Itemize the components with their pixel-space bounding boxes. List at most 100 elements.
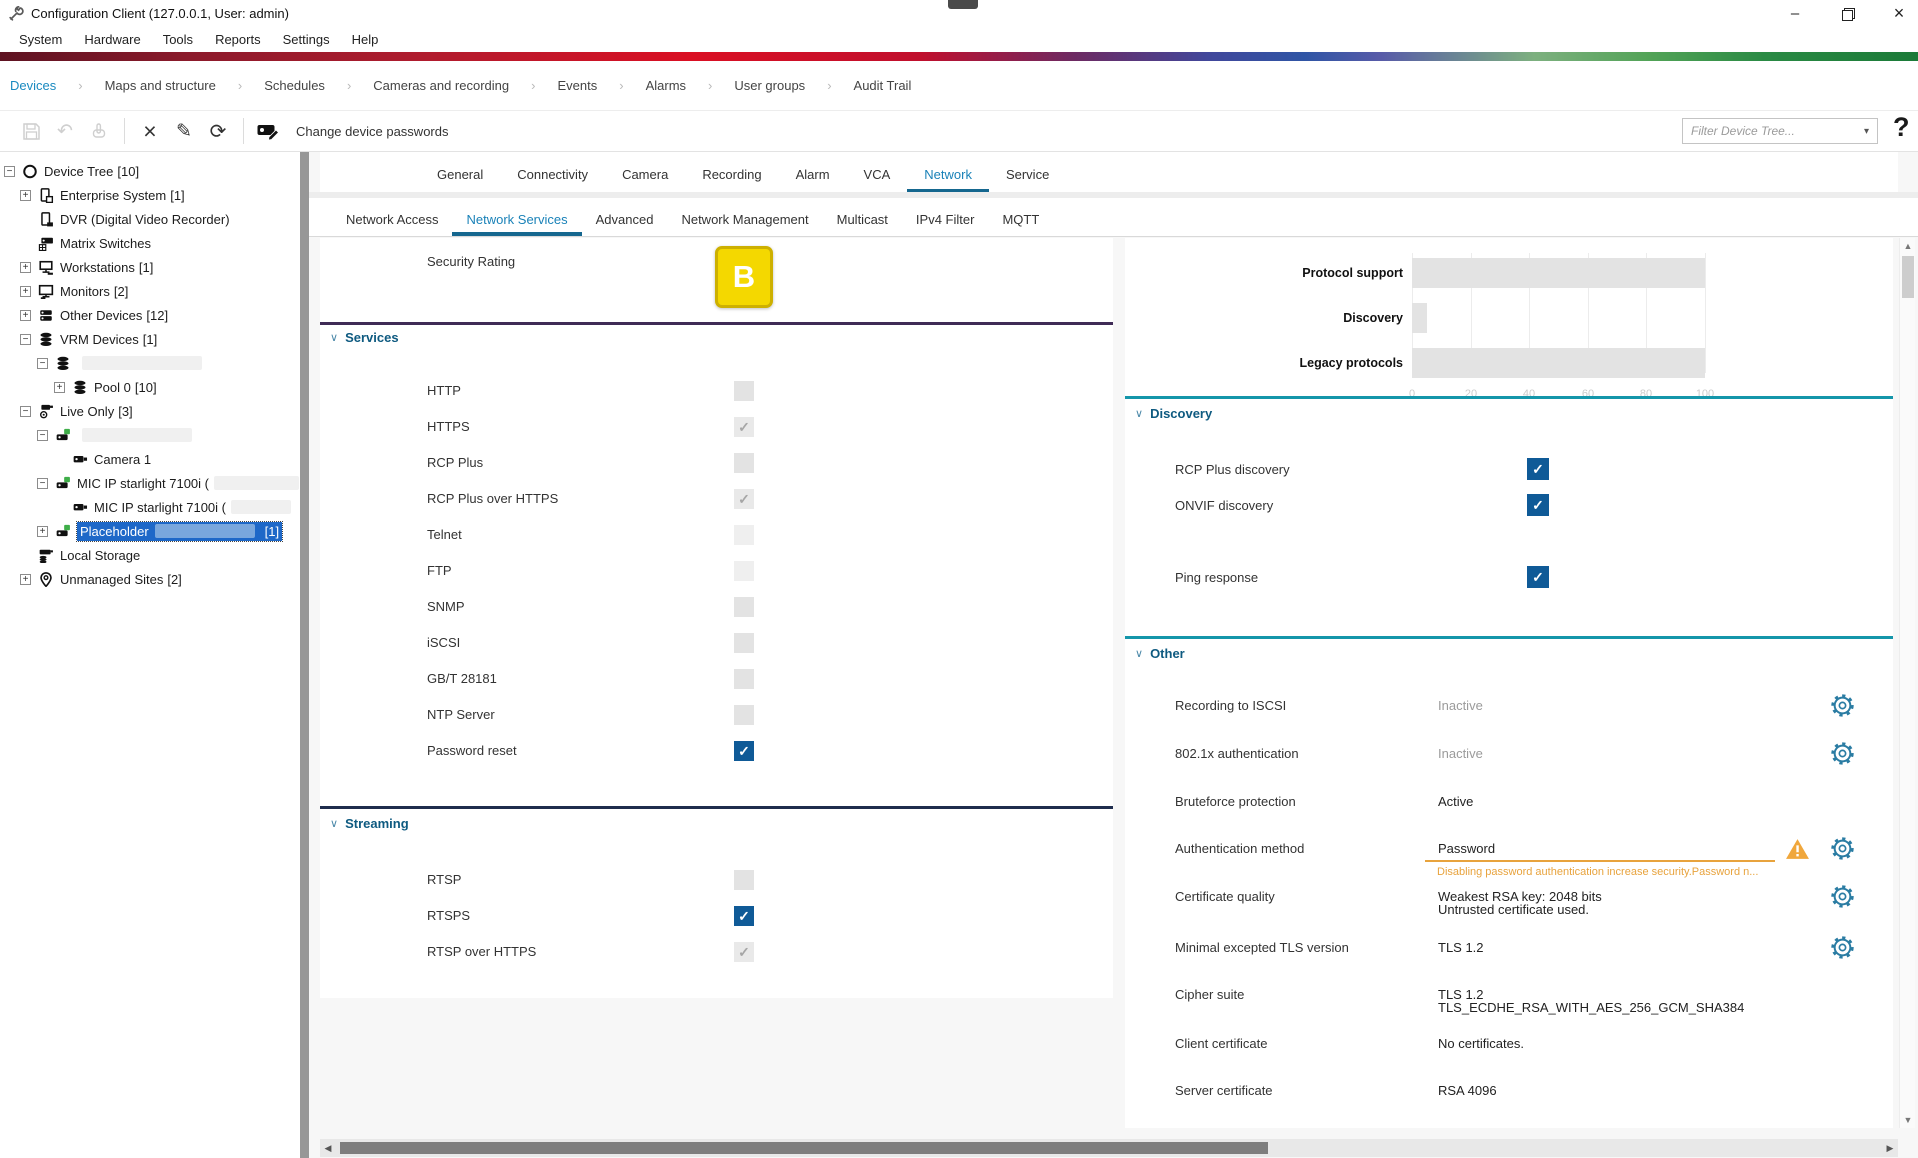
tab-camera[interactable]: Camera <box>605 167 685 192</box>
menu-tools[interactable]: Tools <box>152 29 204 50</box>
tree-item-monitors[interactable]: Monitors [2] <box>0 279 300 303</box>
help-button[interactable]: ? <box>1893 112 1910 143</box>
expander-icon[interactable] <box>20 574 31 585</box>
gear-icon[interactable] <box>1831 936 1854 962</box>
tree-item-dvr[interactable]: DVR (Digital Video Recorder) <box>0 207 300 231</box>
scroll-up-icon[interactable]: ▲ <box>1900 238 1916 254</box>
streaming-rtsp-https-checkbox[interactable]: ✓ <box>734 942 754 962</box>
service-iscsi-checkbox[interactable] <box>734 633 754 653</box>
page-tab-cameras-and-recording[interactable]: Cameras and recording <box>361 78 521 93</box>
expander-icon[interactable] <box>20 310 31 321</box>
streaming-rtsps-checkbox[interactable]: ✓ <box>734 906 754 926</box>
expander-icon[interactable] <box>20 286 31 297</box>
horizontal-scroll-thumb[interactable] <box>340 1142 1268 1154</box>
tree-item-live-only[interactable]: Live Only [3] <box>0 399 300 423</box>
service-password-reset-checkbox[interactable]: ✓ <box>734 741 754 761</box>
scroll-left-icon[interactable]: ◀ <box>320 1139 336 1157</box>
tree-item-matrix-switches[interactable]: Matrix Switches <box>0 231 300 255</box>
tree-item-vrm-devices[interactable]: VRM Devices [1] <box>0 327 300 351</box>
tab-connectivity[interactable]: Connectivity <box>500 167 605 192</box>
scroll-down-icon[interactable]: ▼ <box>1900 1112 1916 1128</box>
expander-icon[interactable] <box>54 382 65 393</box>
delete-icon[interactable]: × <box>133 116 167 146</box>
expander-icon[interactable] <box>37 526 48 537</box>
expander-icon[interactable] <box>37 478 48 489</box>
tree-item-unmanaged-sites[interactable]: Unmanaged Sites [2] <box>0 567 300 591</box>
tree-item-mic-ip-starlight-7100i-camera[interactable]: MIC IP starlight 7100i ( <box>0 495 300 519</box>
expander-icon[interactable] <box>20 190 31 201</box>
page-tab-events[interactable]: Events <box>545 78 609 93</box>
tab-network[interactable]: Network <box>907 167 989 192</box>
panel-splitter[interactable] <box>300 152 309 1158</box>
tab-alarm[interactable]: Alarm <box>779 167 847 192</box>
tree-item-workstations[interactable]: Workstations [1] <box>0 255 300 279</box>
tree-item-placeholder[interactable]: Placeholder [1] <box>0 519 300 543</box>
hand-icon[interactable] <box>82 116 116 146</box>
gear-icon[interactable] <box>1831 742 1854 768</box>
expander-icon[interactable] <box>20 334 31 345</box>
page-tab-audit-trail[interactable]: Audit Trail <box>842 78 924 93</box>
tree-item-device-tree[interactable]: Device Tree [10] <box>0 159 300 183</box>
change-passwords-label[interactable]: Change device passwords <box>296 124 448 139</box>
edit-pencil-icon[interactable]: ✎ <box>167 116 201 146</box>
save-icon[interactable] <box>14 116 48 146</box>
menu-system[interactable]: System <box>8 29 73 50</box>
page-tab-alarms[interactable]: Alarms <box>634 78 698 93</box>
tree-item-camera-1[interactable]: Camera 1 <box>0 447 300 471</box>
services-section-header[interactable]: ∨ Services <box>330 330 399 345</box>
refresh-icon[interactable]: ⟳ <box>201 116 235 146</box>
minimize-icon[interactable]: – <box>1786 5 1804 23</box>
gear-icon[interactable] <box>1831 837 1854 863</box>
expander-icon[interactable] <box>37 358 48 369</box>
subtab-mqtt[interactable]: MQTT <box>988 212 1053 236</box>
service-gbt-28181-checkbox[interactable] <box>734 669 754 689</box>
undo-icon[interactable]: ↶ <box>48 116 82 146</box>
subtab-multicast[interactable]: Multicast <box>823 212 902 236</box>
menu-settings[interactable]: Settings <box>272 29 341 50</box>
tree-item-mic-ip-starlight-7100i[interactable]: MIC IP starlight 7100i ( <box>0 471 300 495</box>
tree-item-enterprise-system[interactable]: Enterprise System [1] <box>0 183 300 207</box>
tab-vca[interactable]: VCA <box>847 167 908 192</box>
horizontal-scrollbar[interactable]: ◀ ▶ <box>320 1139 1898 1157</box>
onvif-discovery-checkbox[interactable]: ✓ <box>1527 494 1549 516</box>
tree-item-other-devices[interactable]: Other Devices [12] <box>0 303 300 327</box>
tree-item-pool-0[interactable]: Pool 0 [10] <box>0 375 300 399</box>
menu-help[interactable]: Help <box>341 29 390 50</box>
chevron-down-icon[interactable]: ▾ <box>1864 126 1869 137</box>
discovery-section-header[interactable]: ∨ Discovery <box>1135 406 1212 421</box>
tree-item-local-storage[interactable]: Local Storage <box>0 543 300 567</box>
tree-item-live-camera-group[interactable] <box>0 423 300 447</box>
subtab-ipv4-filter[interactable]: IPv4 Filter <box>902 212 989 236</box>
rcp-plus-discovery-checkbox[interactable]: ✓ <box>1527 458 1549 480</box>
tab-service[interactable]: Service <box>989 167 1066 192</box>
vertical-scrollbar[interactable]: ▲ ▼ <box>1899 238 1915 1128</box>
gear-icon[interactable] <box>1831 885 1854 911</box>
expander-icon[interactable] <box>20 262 31 273</box>
expander-icon[interactable] <box>20 406 31 417</box>
restore-icon[interactable] <box>1838 5 1856 23</box>
page-tab-maps-and-structure[interactable]: Maps and structure <box>93 78 228 93</box>
close-icon[interactable]: × <box>1890 5 1908 23</box>
page-tab-user-groups[interactable]: User groups <box>722 78 817 93</box>
vertical-scroll-thumb[interactable] <box>1902 256 1914 298</box>
subtab-advanced[interactable]: Advanced <box>582 212 668 236</box>
page-tab-schedules[interactable]: Schedules <box>252 78 337 93</box>
expander-icon[interactable] <box>37 430 48 441</box>
service-ntp-server-checkbox[interactable] <box>734 705 754 725</box>
ping-response-checkbox[interactable]: ✓ <box>1527 566 1549 588</box>
menu-hardware[interactable]: Hardware <box>73 29 151 50</box>
service-rcp-plus-https-checkbox[interactable]: ✓ <box>734 489 754 509</box>
expander-icon[interactable] <box>4 166 15 177</box>
service-https-checkbox[interactable]: ✓ <box>734 417 754 437</box>
service-http-checkbox[interactable] <box>734 381 754 401</box>
streaming-rtsp-checkbox[interactable] <box>734 870 754 890</box>
streaming-section-header[interactable]: ∨ Streaming <box>330 816 409 831</box>
subtab-network-access[interactable]: Network Access <box>332 212 452 236</box>
scroll-right-icon[interactable]: ▶ <box>1882 1139 1898 1157</box>
service-ftp-checkbox[interactable] <box>734 561 754 581</box>
tab-general[interactable]: General <box>420 167 500 192</box>
menu-reports[interactable]: Reports <box>204 29 272 50</box>
service-snmp-checkbox[interactable] <box>734 597 754 617</box>
change-passwords-icon[interactable] <box>252 116 286 146</box>
gear-icon[interactable] <box>1831 694 1854 720</box>
